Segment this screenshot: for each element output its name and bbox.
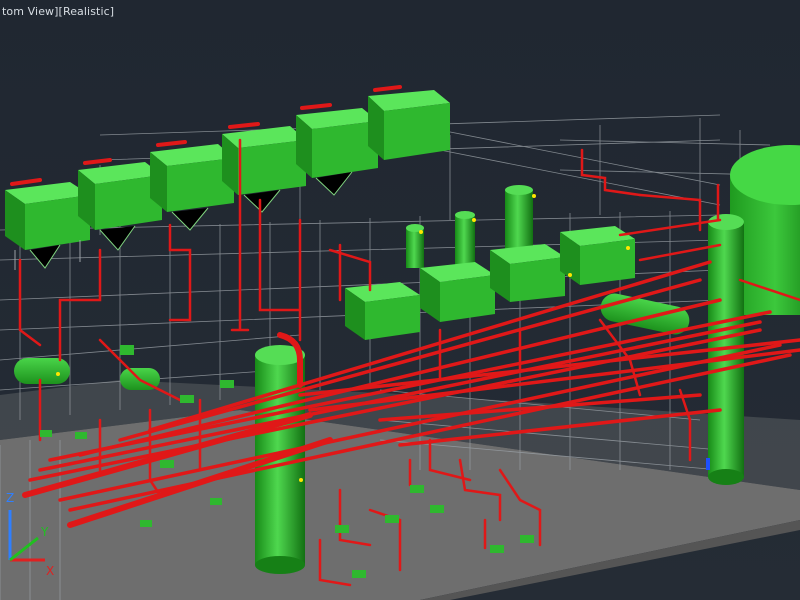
ucs-x-label: X [46, 564, 54, 578]
air-cooler-5 [296, 108, 378, 178]
air-cooler-row [5, 85, 450, 270]
air-cooler-4 [222, 126, 306, 195]
ucs-icon[interactable]: Z Y X [0, 480, 60, 580]
blue-marker [706, 458, 710, 470]
model-viewport[interactable]: tom View][Realistic] Z Y X [0, 0, 800, 600]
air-cooler-3 [150, 144, 234, 212]
ucs-z-label: Z [6, 491, 14, 505]
view-style-label[interactable]: tom View][Realistic] [2, 5, 114, 18]
plant-3d-model[interactable] [0, 0, 800, 600]
ucs-y-label: Y [40, 525, 49, 539]
air-cooler-2 [78, 162, 162, 230]
air-cooler-6 [368, 90, 450, 160]
